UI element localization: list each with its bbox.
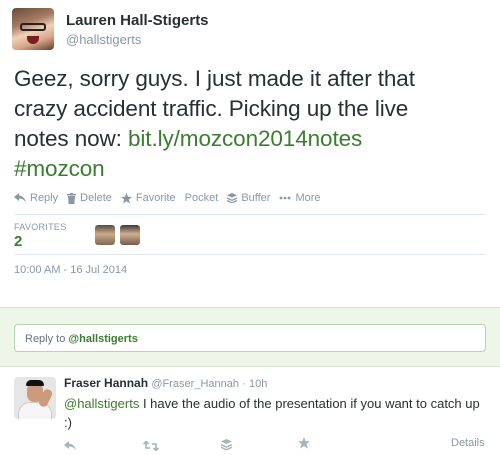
reply-area: Reply to @hallstigerts (0, 307, 500, 367)
more-dots-icon (280, 196, 291, 200)
reply-author-name[interactable]: Fraser Hannah (64, 376, 148, 390)
favorite-label: Favorite (135, 192, 176, 204)
buffer-label: Buffer (241, 192, 271, 204)
favorites-label: FAVORITES (14, 222, 67, 232)
reply-input[interactable]: Reply to @hallstigerts (14, 324, 486, 352)
buffer-icon (220, 439, 233, 451)
reply-button[interactable]: Reply (14, 192, 58, 204)
tweet-text: Geez, sorry guys. I just made it after t… (14, 64, 490, 184)
reply-text: @hallstigerts I have the audio of the pr… (64, 394, 484, 432)
favoriter-avatar[interactable] (95, 225, 115, 245)
main-tweet: Lauren Hall-Stigerts @hallstigerts Geez,… (0, 0, 500, 307)
favorites-count[interactable]: 2 (14, 233, 22, 250)
pocket-button[interactable]: Pocket (185, 192, 219, 204)
divider (14, 254, 486, 255)
trash-icon (67, 192, 77, 204)
tweet-timestamp[interactable]: 10:00 AM - 16 Jul 2014 (14, 264, 127, 276)
delete-button[interactable]: Delete (67, 192, 112, 204)
buffer-icon (227, 193, 238, 203)
buffer-button[interactable]: Buffer (227, 192, 270, 204)
more-label: More (295, 192, 321, 204)
star-icon (298, 437, 310, 449)
reply-author-handle[interactable]: @Fraser_Hannah (151, 378, 239, 390)
star-icon (120, 192, 132, 203)
reply-buffer-button[interactable] (220, 437, 233, 455)
tweet-text-line2: crazy accident traffic. Picking up the l… (14, 96, 409, 121)
reply-label: Reply (30, 192, 59, 204)
author-name[interactable]: Lauren Hall-Stigerts (66, 12, 209, 29)
retweet-icon (142, 440, 160, 452)
reply-favorite-button[interactable] (298, 436, 310, 454)
reply-actions: Details (0, 435, 500, 453)
reply-icon (14, 193, 26, 203)
reply-icon (64, 441, 76, 451)
tweet-text-line1: Geez, sorry guys. I just made it after t… (14, 66, 415, 91)
tweet-link[interactable]: bit.ly/mozcon2014notes (128, 126, 362, 151)
reply-header: Fraser Hannah @Fraser_Hannah · 10h (64, 376, 267, 390)
tweet-text-line3: notes now: (14, 126, 128, 151)
favoriter-avatar[interactable] (120, 225, 140, 245)
author-handle[interactable]: @hallstigerts (66, 32, 141, 47)
reply-input-prefix: Reply to (25, 333, 69, 345)
divider (14, 214, 486, 215)
tweet-actions: Reply Delete Favorite Pocket Buffer More (14, 192, 330, 204)
author-avatar[interactable] (12, 8, 54, 50)
reply-time[interactable]: · 10h (242, 378, 267, 390)
reply-input-handle: @hallstigerts (68, 333, 138, 345)
pocket-label: Pocket (184, 192, 219, 204)
more-button[interactable]: More (279, 192, 321, 204)
hashtag-link[interactable]: #mozcon (14, 156, 105, 181)
details-link[interactable]: Details (451, 437, 485, 449)
retweet-button[interactable] (142, 438, 160, 455)
reply-reply-button[interactable] (64, 438, 76, 455)
reply-author-avatar[interactable] (14, 377, 56, 419)
reply-tweet: Fraser Hannah @Fraser_Hannah · 10h @hall… (0, 368, 500, 455)
reply-mention[interactable]: @hallstigerts (64, 396, 139, 411)
favorite-button[interactable]: Favorite (120, 192, 176, 204)
delete-label: Delete (80, 192, 112, 204)
